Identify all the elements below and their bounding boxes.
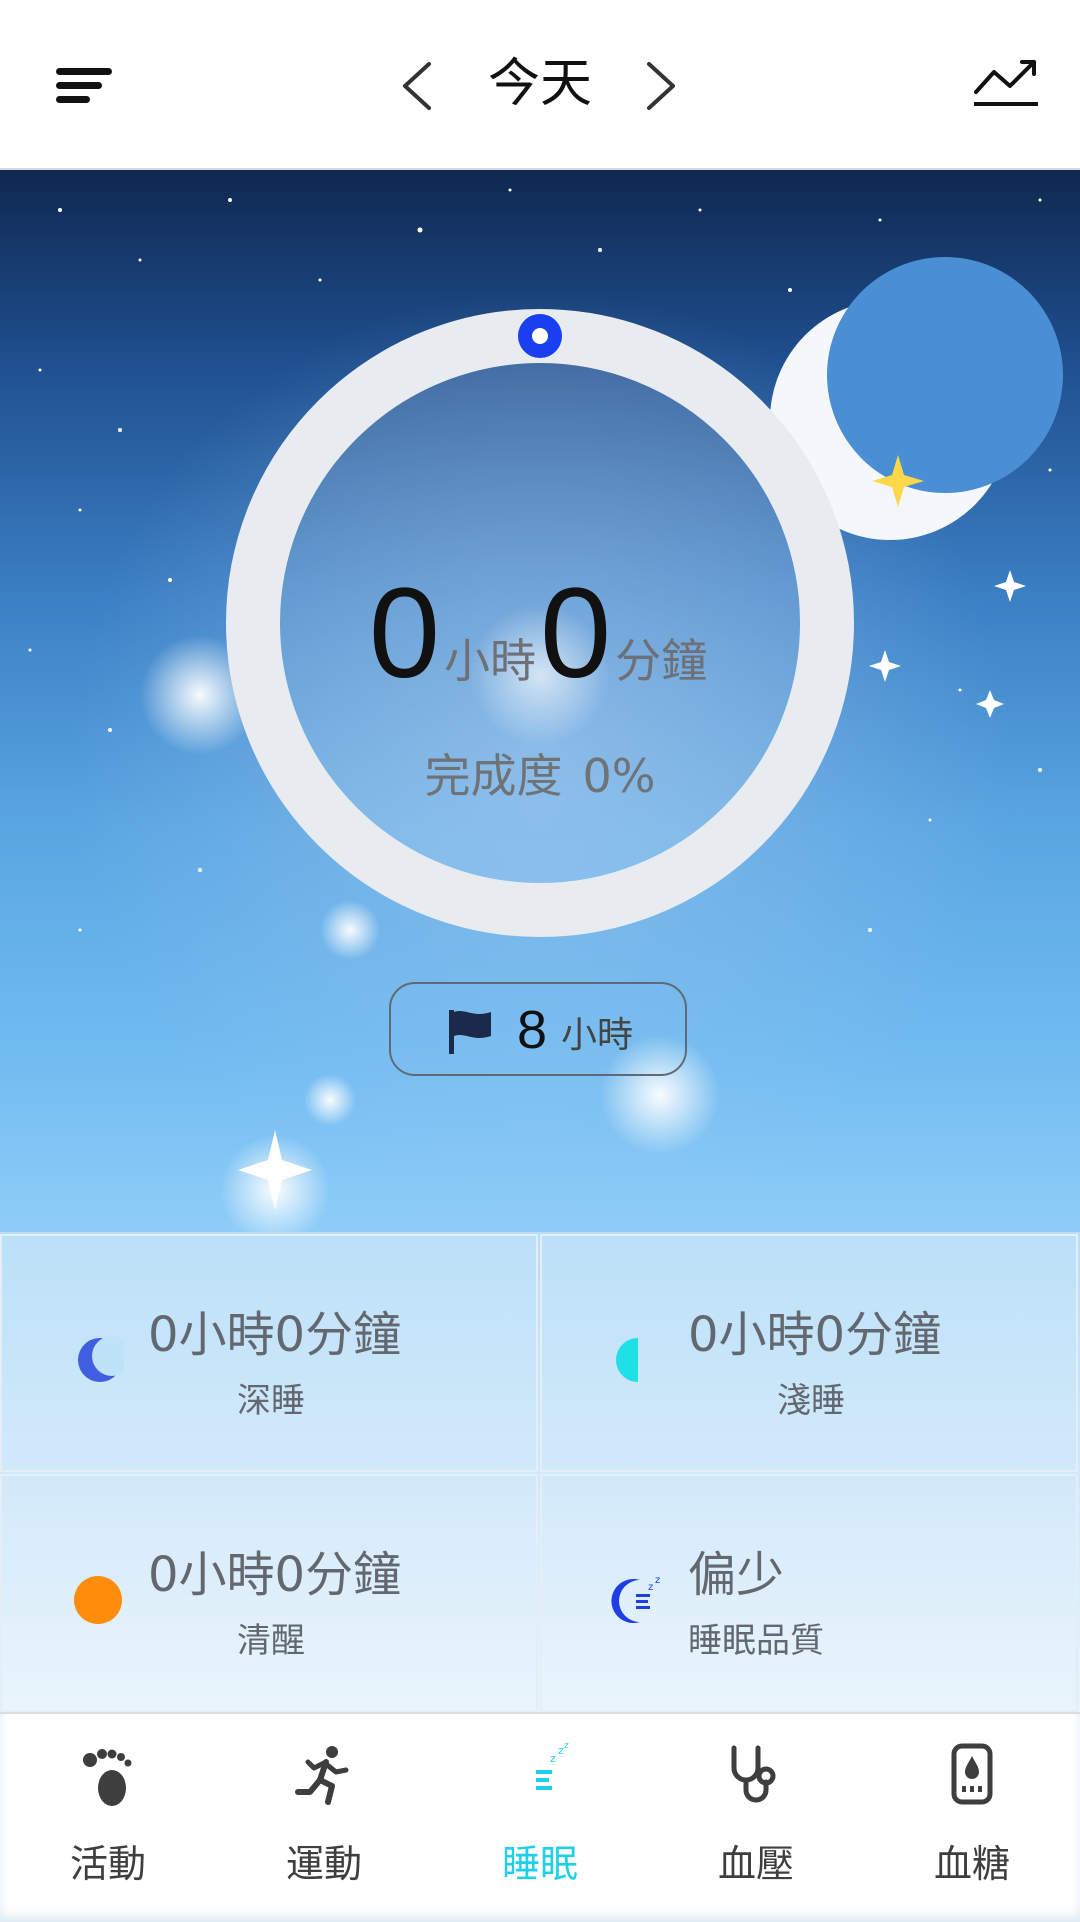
deep-sleep-card[interactable]: 0小時0分鐘 深睡 (0, 1234, 538, 1472)
completion-value: 0% (582, 749, 656, 803)
sleep-quality-icon: z z (611, 1575, 660, 1623)
sleep-quality-label: 睡眠品質 (688, 1621, 824, 1661)
completion-row: 完成度 0% (0, 740, 1080, 806)
svg-text:z: z (655, 1575, 660, 1586)
minutes-unit: 分鐘 (615, 634, 708, 688)
goal-value: 8 (517, 1000, 548, 1060)
svg-text:z: z (550, 1752, 556, 1765)
goal-unit: 小時 (561, 1015, 634, 1056)
nav-label-blood-glucose: 血糖 (933, 1842, 1010, 1886)
awake-value: 0小時0分鐘 (148, 1547, 402, 1603)
nav-item-sleep[interactable]: z z z 睡眠 (432, 1714, 648, 1922)
sleep-minutes: 0 (540, 562, 612, 705)
awake-label: 清醒 (237, 1621, 305, 1661)
running-icon (295, 1746, 349, 1805)
svg-text:z: z (564, 1742, 569, 1751)
nav-item-blood-glucose[interactable]: 血糖 (864, 1714, 1080, 1922)
nav-label-blood-pressure: 血壓 (717, 1842, 794, 1886)
bottom-navigation: 活動 運動 z z z 睡眠 血壓 血糖 (0, 1712, 1080, 1922)
chevron-right-icon[interactable] (635, 58, 685, 114)
light-sleep-card[interactable]: 0小時0分鐘 淺睡 (540, 1234, 1078, 1472)
completion-label: 完成度 (424, 749, 563, 803)
top-app-bar: 今天 (0, 0, 1080, 170)
footprint-icon (83, 1749, 132, 1806)
nav-label-activity: 活動 (69, 1842, 146, 1886)
orange-dot-icon (74, 1576, 122, 1624)
nav-label-sleep: 睡眠 (501, 1842, 578, 1886)
nav-item-exercise[interactable]: 運動 (216, 1714, 432, 1922)
sleep-hours: 0 (368, 562, 440, 705)
date-title: 今天 (487, 54, 592, 114)
half-circle-icon (616, 1338, 638, 1382)
deep-sleep-value: 0小時0分鐘 (148, 1307, 402, 1363)
deep-sleep-label: 深睡 (237, 1381, 305, 1421)
sleep-duration: 0小時0分鐘 (0, 560, 1080, 707)
menu-icon[interactable] (52, 60, 122, 110)
awake-card[interactable]: 0小時0分鐘 清醒 (0, 1474, 538, 1712)
trend-icon[interactable] (972, 56, 1042, 112)
svg-text:z: z (648, 1582, 653, 1593)
nav-item-activity[interactable]: 活動 (0, 1714, 216, 1922)
light-sleep-value: 0小時0分鐘 (688, 1307, 942, 1363)
sleep-summary-panel: 0小時0分鐘 完成度 0% 8 小時 (0, 170, 1080, 1232)
sleep-quality-value: 偏少 (688, 1547, 785, 1603)
sleep-stats-grid: 0小時0分鐘 深睡 0小時0分鐘 淺睡 0小時0分鐘 清醒 z z 偏少 睡眠品… (0, 1232, 1080, 1712)
crescent-moon-icon (78, 1336, 124, 1382)
sleep-quality-card[interactable]: z z 偏少 睡眠品質 (540, 1474, 1078, 1712)
nav-item-blood-pressure[interactable]: 血壓 (648, 1714, 864, 1922)
hours-unit: 小時 (444, 634, 536, 688)
sleep-moon-icon: z z z (513, 1742, 569, 1804)
light-sleep-label: 淺睡 (777, 1381, 845, 1421)
chevron-left-icon[interactable] (395, 58, 445, 114)
nav-label-exercise: 運動 (285, 1842, 362, 1886)
glucose-meter-icon (951, 1743, 993, 1805)
sleep-goal-button[interactable]: 8 小時 (389, 982, 687, 1076)
flag-icon (449, 1010, 491, 1054)
stethoscope-icon (731, 1745, 776, 1803)
